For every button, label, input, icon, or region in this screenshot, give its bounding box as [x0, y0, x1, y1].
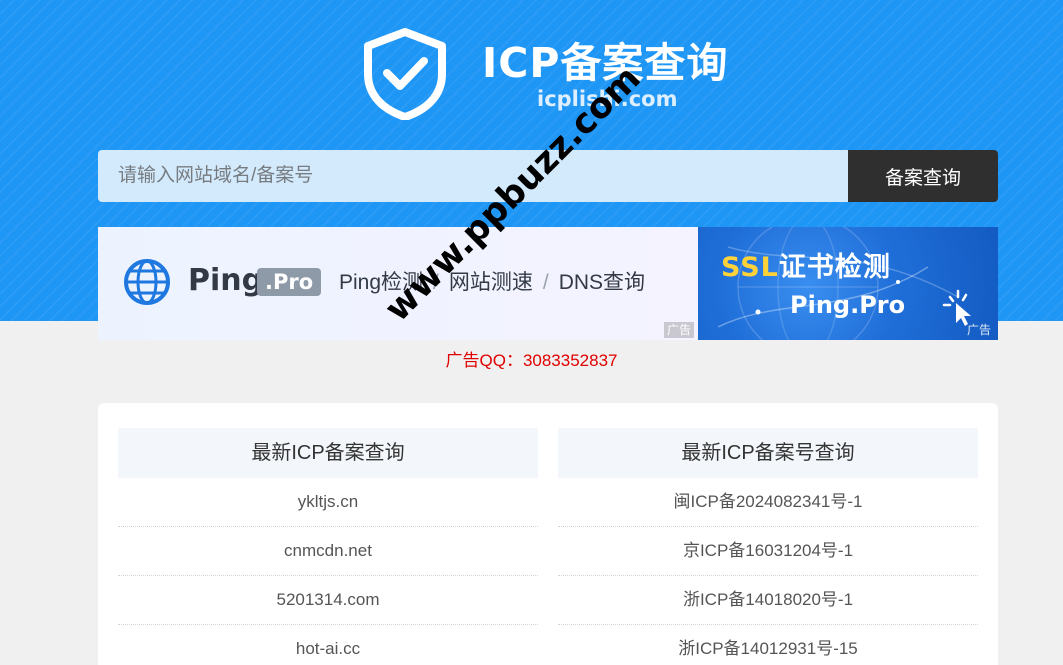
shield-check-icon: [364, 28, 446, 120]
ping-pro-ad-banner[interactable]: Ping .Pro Ping检测 / 网站测速 / DNS查询 广告: [98, 227, 698, 340]
search-bar: 备案查询: [98, 150, 998, 202]
ad-feature-speed-test: 网站测速: [448, 271, 533, 294]
search-input[interactable]: [98, 150, 848, 202]
latest-domains-header: 最新ICP备案查询: [118, 428, 538, 478]
ssl-ad-title: SSL证书检测: [721, 251, 891, 285]
page: ICP备案查询 icplishi.com 备案查询 Ping .Pro Ping…: [0, 0, 1063, 665]
separator-slash: /: [542, 271, 549, 294]
domain-row[interactable]: 5201314.com: [118, 576, 538, 625]
ssl-check-ad-banner[interactable]: SSL证书检测 Ping.Pro 广告: [698, 227, 998, 340]
search-button[interactable]: 备案查询: [848, 150, 998, 202]
ad-label: 广告: [664, 322, 695, 338]
ssl-ad-title-highlight: SSL: [721, 252, 779, 283]
ad-contact-qq: 广告QQ：3083352837: [445, 351, 618, 370]
icp-number-row[interactable]: 京ICP备16031204号-1: [558, 527, 978, 576]
domain-row[interactable]: hot-ai.cc: [118, 625, 538, 665]
site-domain: icplishi.com: [537, 87, 678, 111]
globe-icon: [124, 259, 170, 305]
ad-feature-ping-check: Ping检测: [339, 271, 424, 294]
ping-brand: Ping: [188, 263, 264, 298]
ad-label: 广告: [967, 323, 992, 337]
ping-pro-badge: .Pro: [257, 268, 322, 296]
latest-records-card: 最新ICP备案查询 ykltjs.cn cnmcdn.net 5201314.c…: [98, 403, 998, 665]
latest-domains-column: 最新ICP备案查询 ykltjs.cn cnmcdn.net 5201314.c…: [118, 428, 538, 665]
icp-number-row[interactable]: 闽ICP备2024082341号-1: [558, 478, 978, 527]
icp-number-row[interactable]: 浙ICP备14012931号-15: [558, 625, 978, 665]
ad-feature-dns-lookup: DNS查询: [558, 271, 646, 294]
separator-slash: /: [433, 271, 439, 294]
latest-numbers-column: 最新ICP备案号查询 闽ICP备2024082341号-1 京ICP备16031…: [558, 428, 978, 665]
domain-row[interactable]: ykltjs.cn: [118, 478, 538, 527]
ssl-ad-subtitle: Ping.Pro: [790, 291, 906, 319]
ssl-ad-title-rest: 证书检测: [778, 252, 891, 283]
icp-number-row[interactable]: 浙ICP备14018020号-1: [558, 576, 978, 625]
ad-feature-list: Ping检测 / 网站测速 / DNS查询: [339, 269, 645, 297]
latest-numbers-header: 最新ICP备案号查询: [558, 428, 978, 478]
cursor-click-icon: [942, 289, 971, 326]
site-title: ICP备案查询: [482, 39, 729, 87]
domain-row[interactable]: cnmcdn.net: [118, 527, 538, 576]
